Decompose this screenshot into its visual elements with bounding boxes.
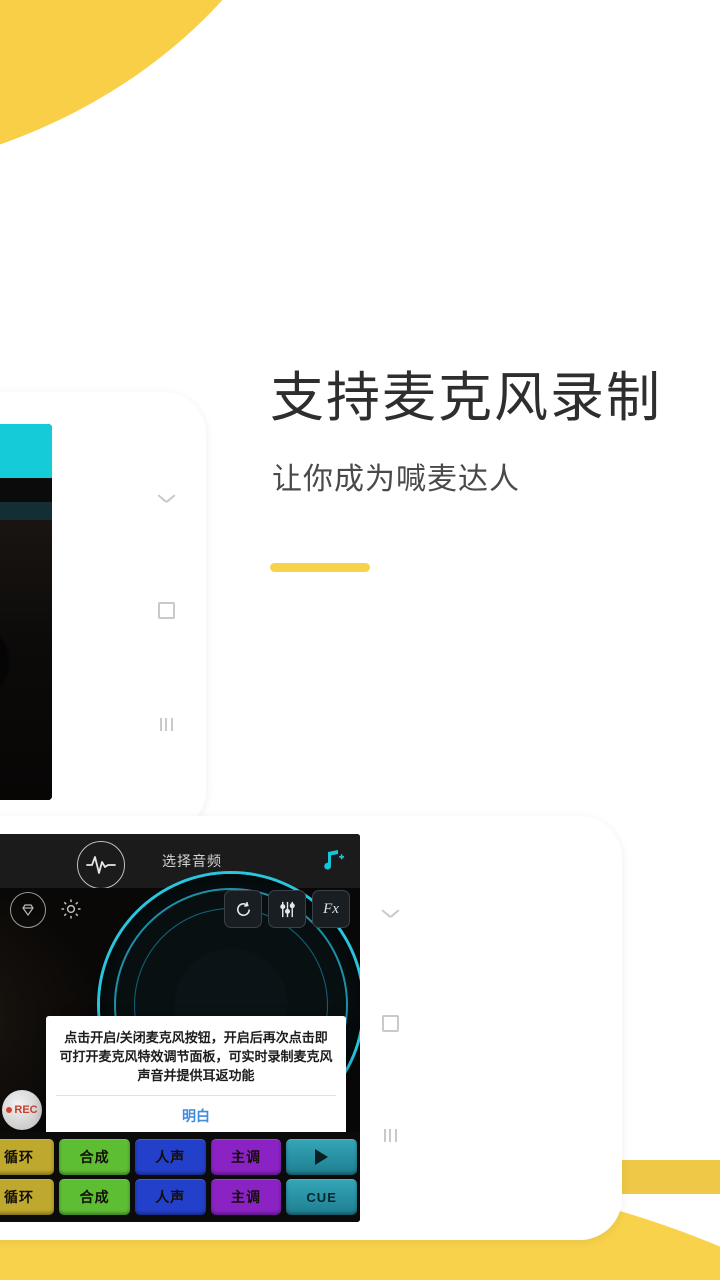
- phone-bottom-screen: 选择音频 选择音频: [0, 834, 360, 1222]
- cue-button[interactable]: CUE: [286, 1179, 357, 1215]
- play-icon: [315, 1149, 329, 1165]
- decor-blob-top: [0, 0, 335, 180]
- page-title: 支持麦克风录制: [270, 368, 662, 428]
- phone-top-navbar: [138, 444, 194, 780]
- pad-button[interactable]: 合成: [59, 1179, 130, 1215]
- record-label: REC: [14, 1104, 38, 1116]
- dj-deck-zone: DJ: [0, 874, 360, 1146]
- music-note-add-icon[interactable]: [316, 848, 346, 876]
- tooltip-confirm-button[interactable]: 明白: [46, 1096, 346, 1137]
- fx-button[interactable]: Fx: [312, 890, 350, 928]
- phone-top-screen: 注意：卸载后积分将会清零哦！ AD 广告 +50积分 去观看: [0, 424, 52, 800]
- dj-pad-grid: 低音鼓循环合成人声主调 低音鼓循环合成人声主调CUE: [0, 1132, 360, 1222]
- tooltip-message: 点击开启/关闭麦克风按钮，开启后再次点击即可打开麦克风特效调节面板，可实时录制麦…: [59, 1030, 333, 1083]
- home-icon[interactable]: [381, 1014, 399, 1032]
- phone-mockup-bottom: 选择音频 选择音频: [0, 816, 622, 1240]
- equalizer-icon[interactable]: [268, 890, 306, 928]
- select-audio-right-button[interactable]: 选择音频: [162, 851, 222, 871]
- pad-button[interactable]: 循环: [0, 1179, 55, 1215]
- home-icon[interactable]: [157, 601, 175, 619]
- recents-icon[interactable]: [159, 717, 173, 731]
- loop-icon[interactable]: [224, 890, 262, 928]
- record-button[interactable]: REC: [2, 1090, 42, 1130]
- gear-icon[interactable]: [54, 892, 88, 926]
- back-icon[interactable]: [382, 908, 399, 918]
- points-app-stage: AD 广告 +50积分 去观看: [0, 502, 52, 800]
- dj-app: 选择音频 选择音频: [0, 834, 360, 1222]
- crowd-band: [0, 502, 52, 520]
- pad-button[interactable]: 合成: [59, 1139, 130, 1175]
- waveform-icon[interactable]: [77, 841, 125, 889]
- pad-button[interactable]: 人声: [134, 1179, 206, 1215]
- pad-button[interactable]: 人声: [134, 1139, 206, 1175]
- play-button[interactable]: [286, 1139, 357, 1175]
- pad-button[interactable]: 主调: [210, 1139, 282, 1175]
- promo-screenshot: 支持麦克风录制 让你成为喊麦达人 注意：卸载后积分将会清零哦！ AD 广告: [0, 0, 720, 1280]
- phone-mockup-top: 注意：卸载后积分将会清零哦！ AD 广告 +50积分 去观看: [0, 392, 206, 832]
- pad-row: 低音鼓循环合成人声主调CUE: [0, 1179, 360, 1215]
- dj-topbar: 选择音频 选择音频: [0, 834, 360, 889]
- pad-row: 低音鼓循环合成人声主调: [0, 1139, 360, 1175]
- page-subtitle: 让你成为喊麦达人: [272, 463, 520, 496]
- diamond-icon[interactable]: [10, 892, 46, 928]
- accent-underline: [270, 563, 370, 572]
- pad-button[interactable]: 循环: [0, 1139, 55, 1175]
- recents-icon[interactable]: [383, 1128, 397, 1142]
- points-app-header: [0, 424, 52, 478]
- microphone-tooltip-dialog: 点击开启/关闭麦克风按钮，开启后再次点击即可打开麦克风特效调节面板，可实时录制麦…: [46, 1016, 346, 1146]
- promo-copy: 支持麦克风录制 让你成为喊麦达人: [270, 368, 690, 498]
- pad-button[interactable]: 主调: [210, 1179, 282, 1215]
- back-icon[interactable]: [158, 493, 175, 503]
- phone-bottom-navbar: [362, 860, 418, 1190]
- crowd-background-image: [0, 502, 52, 800]
- record-dot-icon: [6, 1107, 13, 1113]
- points-warning-text: 注意：卸载后积分将会清零哦！: [0, 478, 52, 502]
